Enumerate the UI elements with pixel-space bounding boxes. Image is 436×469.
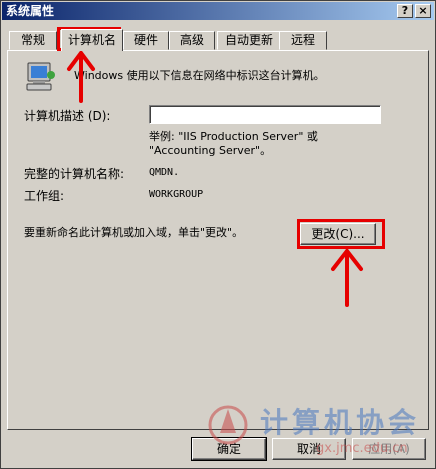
watermark-url: gx.jmc.edu.cn xyxy=(316,441,408,456)
tab-hardware[interactable]: 硬件 xyxy=(123,31,169,50)
rename-instructions: 要重新命名此计算机或加入域，单击"更改"。 xyxy=(24,226,244,239)
computer-icon xyxy=(26,62,55,91)
close-button[interactable]: × xyxy=(415,4,431,18)
tab-general[interactable]: 常规 xyxy=(9,31,57,50)
watermark: 计算机协会 gx.jmc.edu.cn xyxy=(206,399,436,467)
watermark-text: 计算机协会 xyxy=(260,406,421,439)
window-title: 系统属性 xyxy=(6,4,55,18)
tab-automatic-updates[interactable]: 自动更新 xyxy=(217,31,281,50)
tab-computer-name[interactable]: 计算机名 xyxy=(61,29,123,51)
workgroup-value: WORKGROUP xyxy=(149,189,204,200)
title-bar[interactable]: 系统属性 ? × xyxy=(2,2,434,20)
tab-remote[interactable]: 远程 xyxy=(279,31,327,50)
annotation-box-change xyxy=(297,219,385,249)
system-properties-window: 系统属性 ? × 常规 计算机名 硬件 高级 自动更新 远程 Windows 使… xyxy=(0,0,436,469)
full-name-value: QMDN. xyxy=(149,167,180,178)
info-text: Windows 使用以下信息在网络中标识这台计算机。 xyxy=(74,69,325,82)
arrow-up-annotation-1 xyxy=(67,49,95,103)
workgroup-label: 工作组: xyxy=(24,189,65,203)
arrow-up-annotation-2 xyxy=(331,247,363,307)
description-label: 计算机描述 (D): xyxy=(24,109,111,123)
help-button[interactable]: ? xyxy=(397,4,413,18)
watermark-logo-icon xyxy=(208,405,248,445)
tab-advanced[interactable]: 高级 xyxy=(169,31,215,50)
computer-description-input[interactable] xyxy=(149,105,381,124)
example-line-2: "Accounting Server"。 xyxy=(149,144,272,157)
full-name-label: 完整的计算机名称: xyxy=(24,167,125,181)
